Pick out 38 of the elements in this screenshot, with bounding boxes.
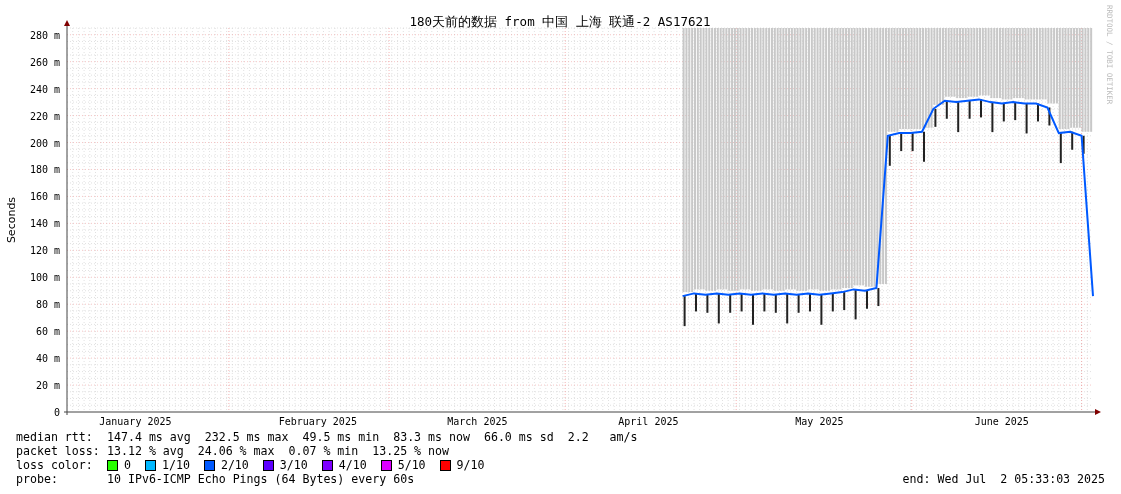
- y-tick-label: 100 m: [29, 272, 60, 284]
- y-tick-label: 20 m: [35, 380, 60, 392]
- loss-color-label: 0: [124, 458, 131, 472]
- loss-color-label: 9/10: [456, 458, 485, 472]
- chart-title: 180天前的数据 from 中国 上海 联通-2 AS17621: [409, 14, 711, 29]
- x-tick-label: March 2025: [447, 416, 508, 427]
- y-axis-label: Seconds: [5, 196, 18, 244]
- y-tick-label: 220 m: [29, 110, 60, 122]
- x-tick-label: January 2025: [99, 416, 172, 427]
- x-tick-label: February 2025: [278, 416, 357, 427]
- loss-color-label: 5/10: [397, 458, 426, 472]
- y-tick-label: 120 m: [29, 245, 60, 257]
- probe-text: 10 IPv6-ICMP Echo Pings (64 Bytes) every 60s: [107, 472, 415, 486]
- stat-label: packet loss:: [16, 444, 101, 458]
- y-tick-label: 260 m: [29, 56, 60, 68]
- stat-values: 13.12 % avg 24.06 % max 0.07 % min 13.25 % now: [107, 444, 450, 458]
- y-tick-label: 280 m: [29, 29, 60, 41]
- loss-color-label: 1/10: [162, 458, 190, 472]
- end-time: end: Wed Jul 2 05:33:03 2025: [902, 472, 1105, 486]
- y-tick-label: 240 m: [29, 83, 60, 95]
- x-tick-label: April 2025: [618, 416, 679, 427]
- y-tick-label: 200 m: [29, 137, 60, 149]
- legend-label: loss color:: [16, 458, 94, 472]
- stat-values: 147.4 ms avg 232.5 ms max 49.5 ms min 83.3 ms now 66.0 ms sd 2.2 am/s: [107, 430, 638, 444]
- y-tick-label: 80 m: [35, 299, 60, 311]
- y-tick-label: 40 m: [35, 353, 60, 365]
- stat-label: median rtt:: [16, 430, 94, 444]
- y-tick-label: 60 m: [35, 326, 60, 338]
- loss-color-label: 2/10: [220, 458, 249, 472]
- y-tick-label: 0: [53, 407, 60, 418]
- y-tick-label: 140 m: [29, 218, 60, 230]
- x-tick-label: June 2025: [974, 416, 1029, 427]
- y-tick-label: 160 m: [29, 191, 60, 203]
- loss-color-label: 3/10: [279, 458, 308, 472]
- loss-color-label: 4/10: [338, 458, 367, 472]
- probe-label: probe:: [16, 472, 59, 486]
- x-tick-label: May 2025: [795, 416, 844, 427]
- y-tick-label: 180 m: [29, 164, 60, 176]
